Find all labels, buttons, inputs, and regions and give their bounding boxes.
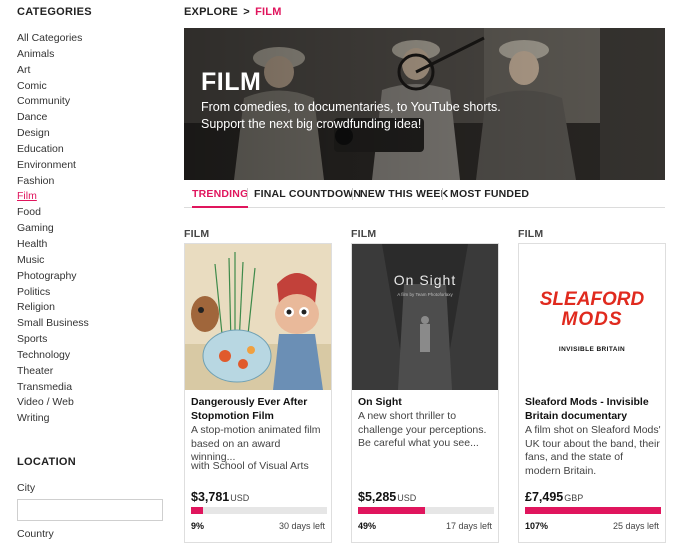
breadcrumb: EXPLORE > FILM [184, 6, 282, 18]
amount-value: $3,781 [191, 490, 230, 504]
breadcrumb-explore-link[interactable]: EXPLORE [184, 6, 238, 18]
amount-currency: USD [397, 493, 417, 503]
sleaford-mods-logo-image: SLEAFORD MODS INVISIBLE BRITAIN [519, 244, 665, 390]
amount-value: £7,495 [525, 490, 564, 504]
category-list: All Categories Animals Art Comic Community Da… [17, 31, 89, 427]
tab-divider [352, 188, 353, 200]
tab-divider [247, 188, 248, 200]
amount-value: $5,285 [358, 490, 397, 504]
category-link-photography[interactable]: Photography [17, 269, 89, 285]
tab-trending[interactable]: TRENDING [192, 184, 249, 208]
tab-divider [442, 188, 443, 200]
category-link-small-business[interactable]: Small Business [17, 316, 89, 332]
logo-line-2: MODS [561, 309, 623, 330]
card-author: with School of Visual Arts [191, 460, 309, 472]
funding-progress-bar [191, 507, 327, 514]
logo-line-1: SLEAFORD [539, 289, 645, 310]
hero-subtitle: From comedies, to documentaries, to YouT… [201, 100, 501, 131]
days-left: 25 days left [612, 521, 659, 531]
category-link-environment[interactable]: Environment [17, 158, 89, 174]
card-description: A new short thriller to challenge your p… [358, 410, 487, 449]
project-card[interactable]: On Sight A film by Team Photoforlaxy On … [351, 243, 499, 543]
amount-currency: USD [230, 493, 250, 503]
sort-tabs: TRENDING FINAL COUNTDOWN NEW THIS WEEK M… [184, 184, 665, 208]
card-category-label: FILM [518, 228, 544, 240]
tab-most-funded[interactable]: MOST FUNDED [450, 184, 529, 208]
funded-percent: 107% [525, 521, 549, 531]
amount-currency: GBP [564, 493, 584, 503]
funding-progress-fill [191, 507, 204, 514]
category-link-music[interactable]: Music [17, 253, 89, 269]
card-title[interactable]: Dangerously Ever After Stopmotion Film [191, 396, 327, 423]
project-card[interactable]: SLEAFORD MODS INVISIBLE BRITAIN Sleaford… [518, 243, 666, 543]
category-link-video-web[interactable]: Video / Web [17, 395, 89, 411]
category-link-dance[interactable]: Dance [17, 110, 89, 126]
category-link-art[interactable]: Art [17, 63, 89, 79]
hero-title: FILM [201, 68, 262, 96]
category-link-technology[interactable]: Technology [17, 348, 89, 364]
breadcrumb-current: FILM [255, 6, 282, 18]
category-link-writing[interactable]: Writing [17, 411, 89, 427]
location-heading: LOCATION [17, 456, 77, 468]
category-link-animals[interactable]: Animals [17, 47, 89, 63]
card-description: A film shot on Sleaford Mods' UK tour ab… [525, 424, 661, 477]
funding-progress-bar [525, 507, 661, 514]
category-link-gaming[interactable]: Gaming [17, 221, 89, 237]
funding-progress-fill [525, 507, 661, 514]
logo-tagline: INVISIBLE BRITAIN [558, 346, 626, 353]
category-link-all-categories[interactable]: All Categories [17, 31, 89, 47]
card-amount: $5,285USD [358, 490, 416, 504]
card-title[interactable]: Sleaford Mods - Invisible Britain docume… [525, 396, 661, 423]
card-description: A stop-motion animated film based on an … [191, 424, 321, 463]
category-link-theater[interactable]: Theater [17, 364, 89, 380]
category-link-design[interactable]: Design [17, 126, 89, 142]
category-link-health[interactable]: Health [17, 237, 89, 253]
poster-title: On Sight [393, 272, 457, 288]
on-sight-poster-image: On Sight A film by Team Photoforlaxy [352, 244, 498, 390]
funding-progress-fill [358, 507, 425, 514]
project-card[interactable]: Dangerously Ever After Stopmotion Film A… [184, 243, 332, 543]
categories-heading: CATEGORIES [17, 6, 92, 18]
days-left: 17 days left [445, 521, 492, 531]
tab-new-this-week[interactable]: NEW THIS WEEK [360, 184, 448, 208]
funded-percent: 49% [358, 521, 377, 531]
category-link-politics[interactable]: Politics [17, 285, 89, 301]
city-input[interactable] [17, 499, 163, 521]
card-category-label: FILM [184, 228, 210, 240]
card-category-label: FILM [351, 228, 377, 240]
poster-credit: A film by Team Photoforlaxy [397, 292, 453, 297]
category-link-religion[interactable]: Religion [17, 300, 89, 316]
storybook-illustration-image [185, 244, 331, 390]
category-link-fashion[interactable]: Fashion [17, 174, 89, 190]
category-link-sports[interactable]: Sports [17, 332, 89, 348]
category-link-community[interactable]: Community [17, 94, 89, 110]
hero-banner: FILM From comedies, to documentaries, to… [184, 28, 665, 180]
tab-final-countdown[interactable]: FINAL COUNTDOWN [254, 184, 361, 208]
days-left: 30 days left [278, 521, 325, 531]
category-link-comic[interactable]: Comic [17, 79, 89, 95]
city-label: City [17, 482, 36, 494]
card-amount: $3,781USD [191, 490, 249, 504]
card-title[interactable]: On Sight [358, 396, 494, 410]
card-amount: £7,495GBP [525, 490, 583, 504]
category-link-film[interactable]: Film [17, 189, 89, 205]
country-label: Country [17, 528, 54, 540]
corridor-photo [352, 244, 498, 390]
category-link-transmedia[interactable]: Transmedia [17, 380, 89, 396]
breadcrumb-separator: > [243, 6, 250, 18]
funded-percent: 9% [191, 521, 205, 531]
category-link-education[interactable]: Education [17, 142, 89, 158]
sidebar: CATEGORIES All Categories Animals Art Comic… [0, 0, 170, 543]
category-link-food[interactable]: Food [17, 205, 89, 221]
funding-progress-bar [358, 507, 494, 514]
